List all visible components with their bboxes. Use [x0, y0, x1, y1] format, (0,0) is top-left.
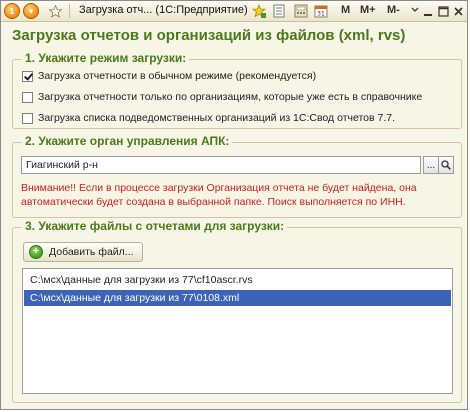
- dropdown-menu-icon[interactable]: ▾: [23, 3, 39, 19]
- app-window: 1 ▾ Загрузка отч... (1С:Предприятие) 31 …: [0, 0, 468, 410]
- window-title: Загрузка отч... (1С:Предприятие): [79, 4, 248, 16]
- load-mode-option-subordinate-orgs[interactable]: Загрузка списка подведомственных организ…: [22, 111, 395, 125]
- search-icon[interactable]: [438, 156, 454, 174]
- title-bar: 1 ▾ Загрузка отч... (1С:Предприятие) 31 …: [1, 1, 467, 22]
- close-icon[interactable]: [450, 3, 466, 19]
- select-button[interactable]: ...: [423, 156, 439, 174]
- load-mode-option-existing-orgs[interactable]: Загрузка отчетности только по организаци…: [22, 90, 422, 104]
- load-mode-title: 1. Укажите режим загрузки:: [22, 51, 190, 65]
- checkbox-existing-orgs[interactable]: [22, 91, 33, 103]
- load-mode-group: 1. Укажите режим загрузки: Загрузка отче…: [12, 51, 462, 129]
- app-menu-orb-icon[interactable]: 1: [4, 3, 20, 19]
- option-label: Загрузка отчетности в обычном режиме (ре…: [38, 70, 317, 82]
- file-list[interactable]: C:\мсх\данные для загрузки из 77\cf10asc…: [22, 268, 453, 394]
- file-list-item[interactable]: C:\мсх\данные для загрузки из 77\cf10asc…: [24, 272, 451, 288]
- report-files-group: 3. Укажите файлы с отчетами для загрузки…: [12, 219, 462, 403]
- management-body-group: 2. Укажите орган управления АПК: Гиагинс…: [12, 134, 462, 218]
- add-to-favorites-icon[interactable]: [251, 3, 267, 19]
- option-label: Загрузка списка подведомственных организ…: [38, 112, 396, 124]
- minimize-icon[interactable]: [420, 3, 436, 19]
- add-file-label: Добавить файл...: [49, 246, 134, 258]
- report-files-title: 3. Укажите файлы с отчетами для загрузки…: [22, 219, 288, 233]
- option-label: Загрузка отчетности только по организаци…: [38, 91, 423, 103]
- checkbox-subordinate-orgs[interactable]: [22, 112, 33, 124]
- management-body-field[interactable]: Гиагинский р-н: [21, 156, 421, 174]
- memory-m-minus-button[interactable]: M-: [387, 4, 400, 16]
- svg-text:31: 31: [317, 11, 325, 18]
- add-icon: +: [29, 245, 43, 259]
- warning-text: Внимание!! Если в процессе загрузки Орга…: [21, 182, 417, 208]
- management-body-title: 2. Укажите орган управления АПК:: [22, 134, 233, 148]
- history-icon[interactable]: [272, 3, 288, 19]
- load-mode-option-normal[interactable]: Загрузка отчетности в обычном режиме (ре…: [22, 69, 316, 83]
- memory-m-plus-button[interactable]: M+: [360, 4, 376, 16]
- title-separator: [69, 4, 70, 18]
- file-list-item-selected[interactable]: C:\мсх\данные для загрузки из 77\0108.xm…: [24, 290, 451, 306]
- page-title: Загрузка отчетов и организаций из файлов…: [12, 27, 406, 44]
- add-file-button[interactable]: + Добавить файл...: [23, 242, 143, 262]
- checkbox-normal-mode[interactable]: [22, 70, 33, 82]
- maximize-icon[interactable]: [435, 3, 451, 19]
- favorites-star-icon[interactable]: [47, 3, 63, 19]
- calendar-icon[interactable]: 31: [313, 3, 329, 19]
- memory-m-button[interactable]: M: [341, 4, 350, 16]
- calculator-icon[interactable]: [293, 3, 309, 19]
